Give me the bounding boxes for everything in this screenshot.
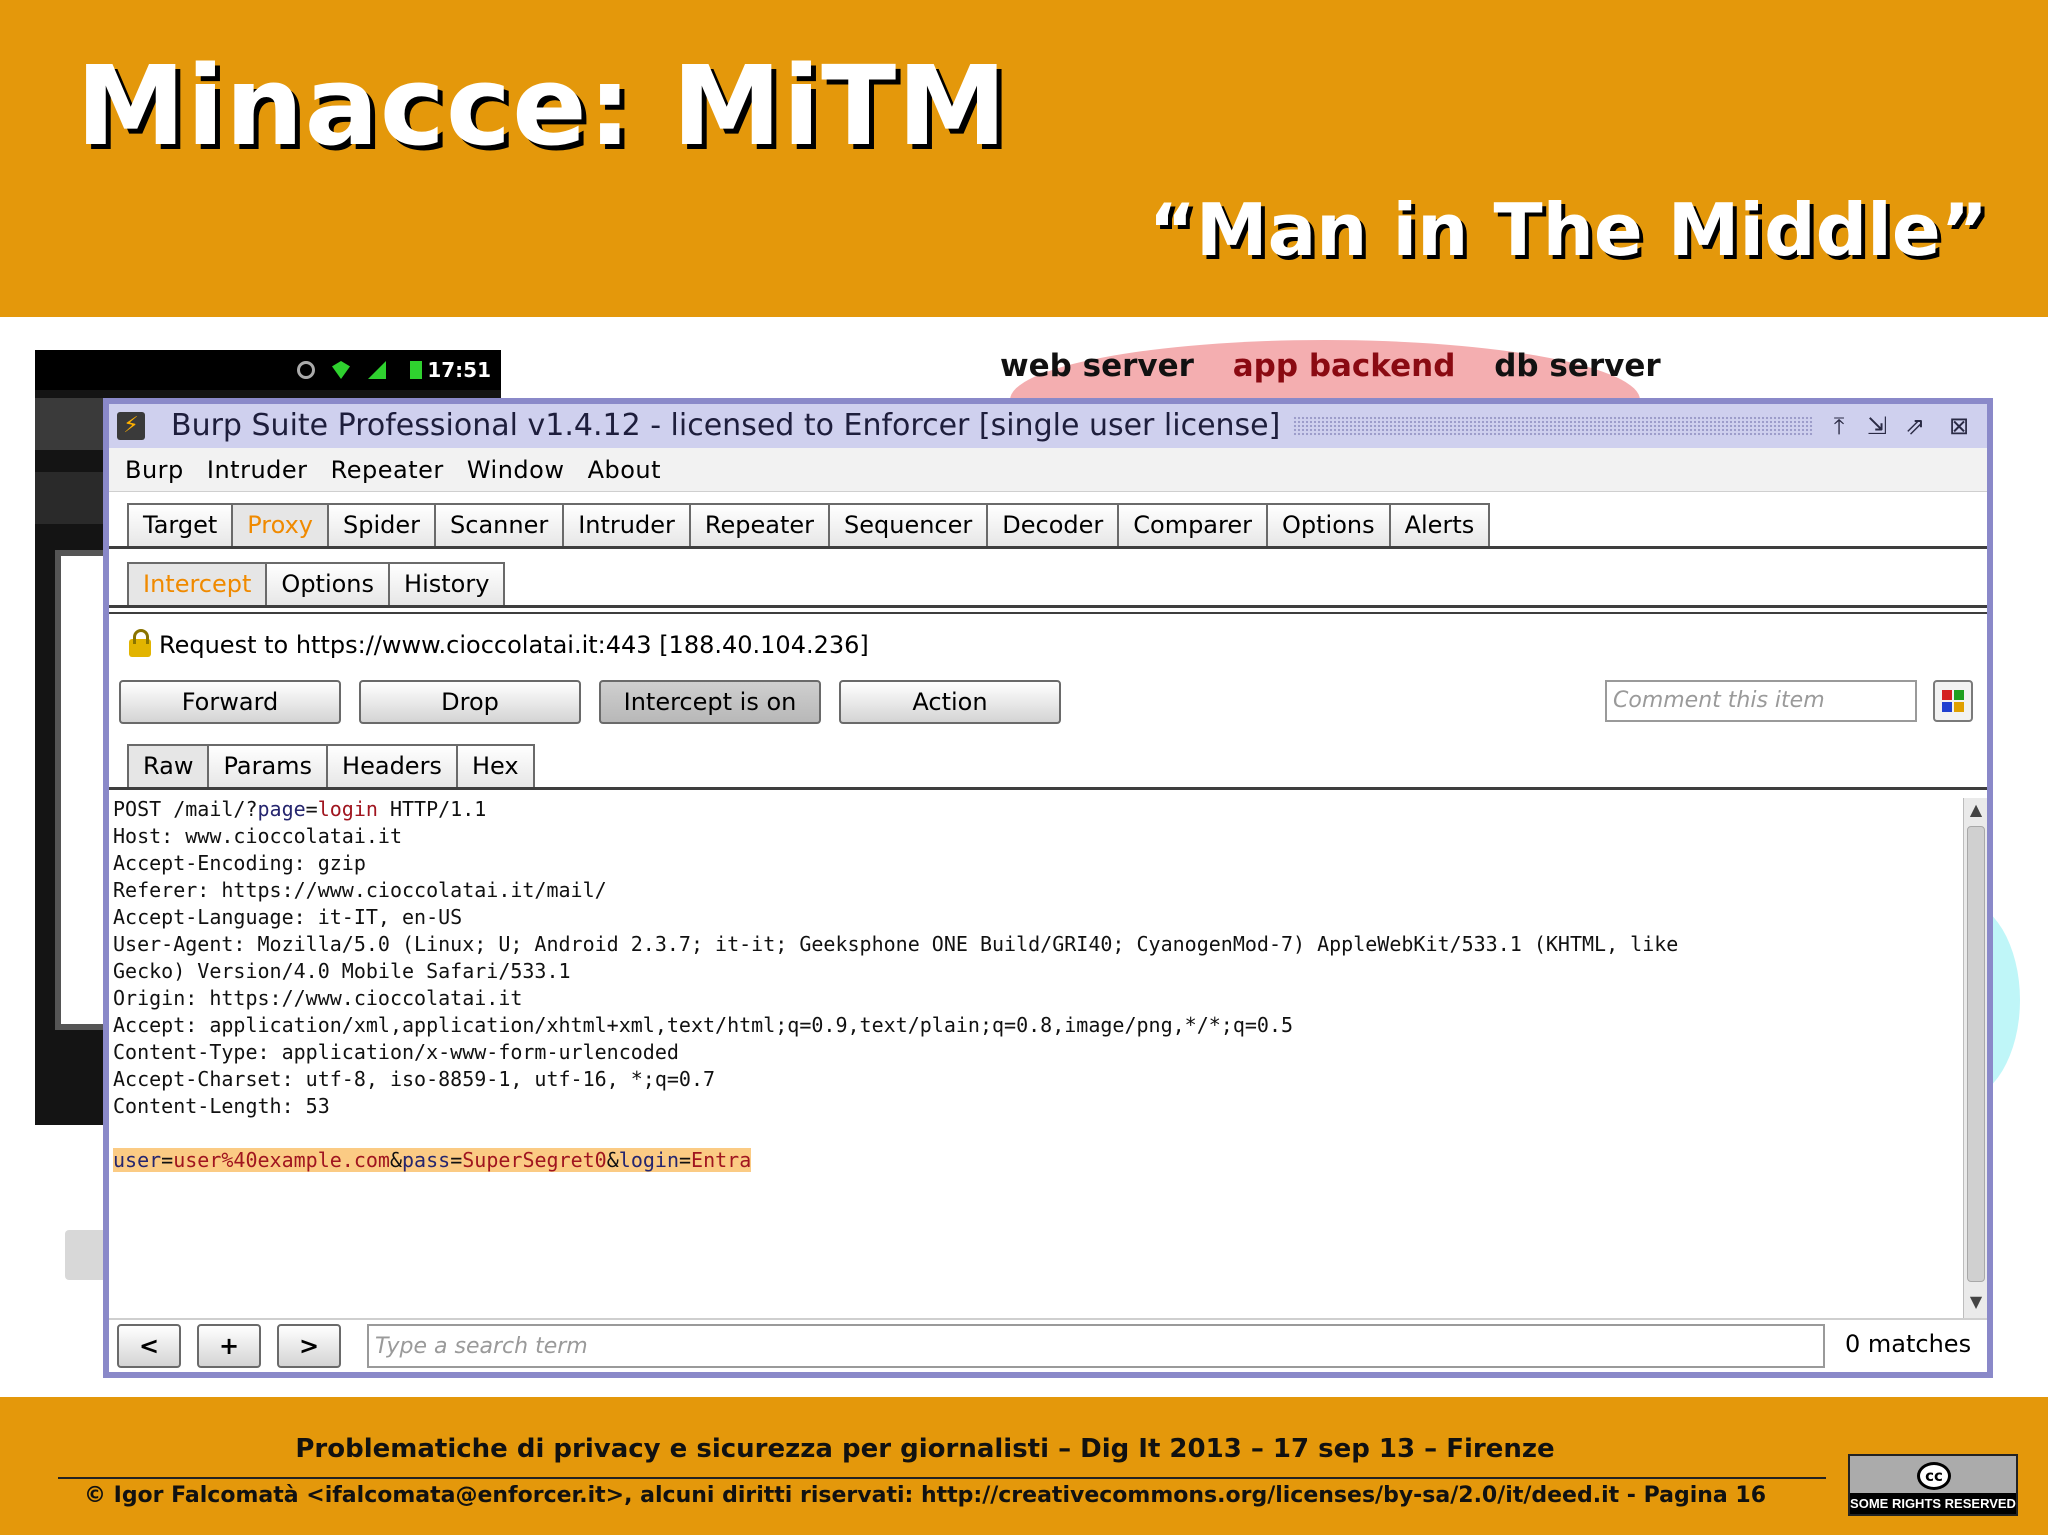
- footer-copyright: © Igor Falcomatà <ifalcomata@enforcer.it…: [83, 1483, 1767, 1508]
- header-line: Referer: https://www.cioccolatai.it/mail…: [113, 878, 607, 902]
- tab-proxy-options[interactable]: Options: [265, 562, 391, 606]
- scroll-thumb[interactable]: [1967, 826, 1985, 1282]
- menu-burp[interactable]: Burp: [125, 456, 184, 484]
- proxy-tabs-divider: [109, 605, 1987, 608]
- request-target: Request to https://www.cioccolatai.it:44…: [129, 629, 869, 659]
- maximize-icon[interactable]: ⇗: [1901, 412, 1929, 440]
- tab-alerts[interactable]: Alerts: [1388, 503, 1491, 547]
- tab-hex[interactable]: Hex: [455, 744, 535, 788]
- slide-title: Minacce: MiTM: [76, 42, 1008, 170]
- highlight-color-button[interactable]: [1933, 680, 1973, 722]
- bottom-divider: [109, 1318, 1987, 1320]
- tab-repeater[interactable]: Repeater: [688, 503, 830, 547]
- pin-top-icon[interactable]: ⤒: [1825, 412, 1853, 440]
- header-line: Content-Type: application/x-www-form-url…: [113, 1040, 679, 1064]
- menu-bar: Burp Intruder Repeater Window About: [109, 448, 1987, 492]
- tab-sequencer[interactable]: Sequencer: [828, 503, 989, 547]
- menu-about[interactable]: About: [588, 456, 661, 484]
- signal-icon: [368, 361, 386, 379]
- request-editor[interactable]: POST /mail/?page=login HTTP/1.1 Host: ww…: [113, 796, 1959, 1316]
- header-line: Origin: https://www.cioccolatai.it: [113, 986, 523, 1010]
- window-titlebar: ⚡ Burp Suite Professional v1.4.12 - lice…: [109, 404, 1987, 448]
- phone-time: 17:51: [427, 358, 491, 382]
- forward-button[interactable]: Forward: [119, 680, 341, 724]
- tab-decoder[interactable]: Decoder: [986, 503, 1120, 547]
- tab-spider[interactable]: Spider: [327, 503, 437, 547]
- search-input[interactable]: Type a search term: [367, 1324, 1825, 1368]
- slide-footer: [0, 1397, 2048, 1535]
- label-db-server: db server: [1494, 348, 1661, 384]
- view-tabs: Raw Params Headers Hex: [127, 744, 535, 788]
- battery-icon: [410, 361, 422, 379]
- tab-scanner[interactable]: Scanner: [434, 503, 565, 547]
- match-count: 0 matches: [1845, 1330, 1972, 1358]
- header-line: Gecko) Version/4.0 Mobile Safari/533.1: [113, 959, 571, 983]
- comment-input[interactable]: Comment this item: [1605, 680, 1917, 722]
- search-next-button[interactable]: >: [277, 1324, 341, 1368]
- tab-headers[interactable]: Headers: [326, 744, 458, 788]
- titlebar-grip[interactable]: [1293, 416, 1813, 436]
- scroll-down-icon[interactable]: ▼: [1964, 1292, 1988, 1316]
- tab-target[interactable]: Target: [127, 503, 234, 547]
- burp-window: ⚡ Burp Suite Professional v1.4.12 - lice…: [103, 398, 1993, 1378]
- tab-comparer[interactable]: Comparer: [1117, 503, 1268, 547]
- footer-rule: [58, 1477, 1826, 1479]
- tab-params[interactable]: Params: [207, 744, 329, 788]
- tab-proxy[interactable]: Proxy: [231, 503, 329, 547]
- proxy-tabs-divider-2: [109, 612, 1987, 614]
- menu-window[interactable]: Window: [467, 456, 565, 484]
- minimize-icon[interactable]: ⇲: [1863, 412, 1891, 440]
- close-icon[interactable]: ⊠: [1945, 412, 1973, 440]
- intercept-toggle-button[interactable]: Intercept is on: [599, 680, 821, 724]
- cc-license-badge: cc SOME RIGHTS RESERVED: [1848, 1454, 2018, 1516]
- request-line: POST /mail/?page=login HTTP/1.1: [113, 797, 487, 821]
- slide-header: Minacce: MiTM “Man in The Middle”: [0, 0, 2048, 317]
- drop-button[interactable]: Drop: [359, 680, 581, 724]
- wifi-icon: [332, 361, 350, 379]
- action-button[interactable]: Action: [839, 680, 1061, 724]
- label-web-server: web server: [1000, 348, 1194, 384]
- header-line: User-Agent: Mozilla/5.0 (Linux; U; Andro…: [113, 932, 1679, 956]
- footer-event: Problematiche di privacy e sicurezza per…: [295, 1434, 1555, 1464]
- proxy-tabs: Intercept Options History: [127, 562, 506, 606]
- tab-options[interactable]: Options: [1265, 503, 1391, 547]
- tab-intercept[interactable]: Intercept: [127, 562, 268, 606]
- search-prev-button[interactable]: <: [117, 1324, 181, 1368]
- request-target-text: Request to https://www.cioccolatai.it:44…: [159, 631, 869, 659]
- window-title: Burp Suite Professional v1.4.12 - licens…: [171, 408, 1281, 443]
- header-line: Accept-Language: it-IT, en-US: [113, 905, 463, 929]
- burp-app-icon: ⚡: [117, 412, 145, 440]
- menu-repeater[interactable]: Repeater: [331, 456, 444, 484]
- header-line: Content-Length: 53: [113, 1094, 330, 1118]
- search-add-button[interactable]: +: [197, 1324, 261, 1368]
- cc-icon: cc: [1917, 1462, 1951, 1490]
- phone-status-bar: 17:51: [35, 350, 501, 390]
- main-tabs: Target Proxy Spider Scanner Intruder Repeater…: [127, 503, 1491, 547]
- tab-intruder[interactable]: Intruder: [562, 503, 691, 547]
- slide-subtitle: “Man in The Middle”: [1148, 188, 1988, 272]
- view-tabs-divider: [109, 787, 1987, 790]
- tab-raw[interactable]: Raw: [127, 744, 210, 788]
- header-line: Accept-Encoding: gzip: [113, 851, 366, 875]
- lock-icon: [129, 629, 151, 657]
- label-app-backend: app backend: [1232, 348, 1456, 384]
- menu-intruder[interactable]: Intruder: [207, 456, 308, 484]
- diagram-labels: web server app backend db server: [1000, 348, 1689, 384]
- sync-icon: [297, 361, 315, 379]
- tab-history[interactable]: History: [388, 562, 506, 606]
- main-tabs-divider: [109, 546, 1987, 549]
- request-body: user=user%40example.com&pass=SuperSegret…: [113, 1148, 752, 1172]
- editor-scrollbar[interactable]: ▲ ▼: [1963, 798, 1987, 1318]
- header-line: Host: www.cioccolatai.it: [113, 824, 402, 848]
- scroll-up-icon[interactable]: ▲: [1964, 800, 1988, 824]
- header-line: Accept: application/xml,application/xhtm…: [113, 1013, 1294, 1037]
- header-line: Accept-Charset: utf-8, iso-8859-1, utf-1…: [113, 1067, 716, 1091]
- cc-badge-text: SOME RIGHTS RESERVED: [1850, 1493, 2016, 1514]
